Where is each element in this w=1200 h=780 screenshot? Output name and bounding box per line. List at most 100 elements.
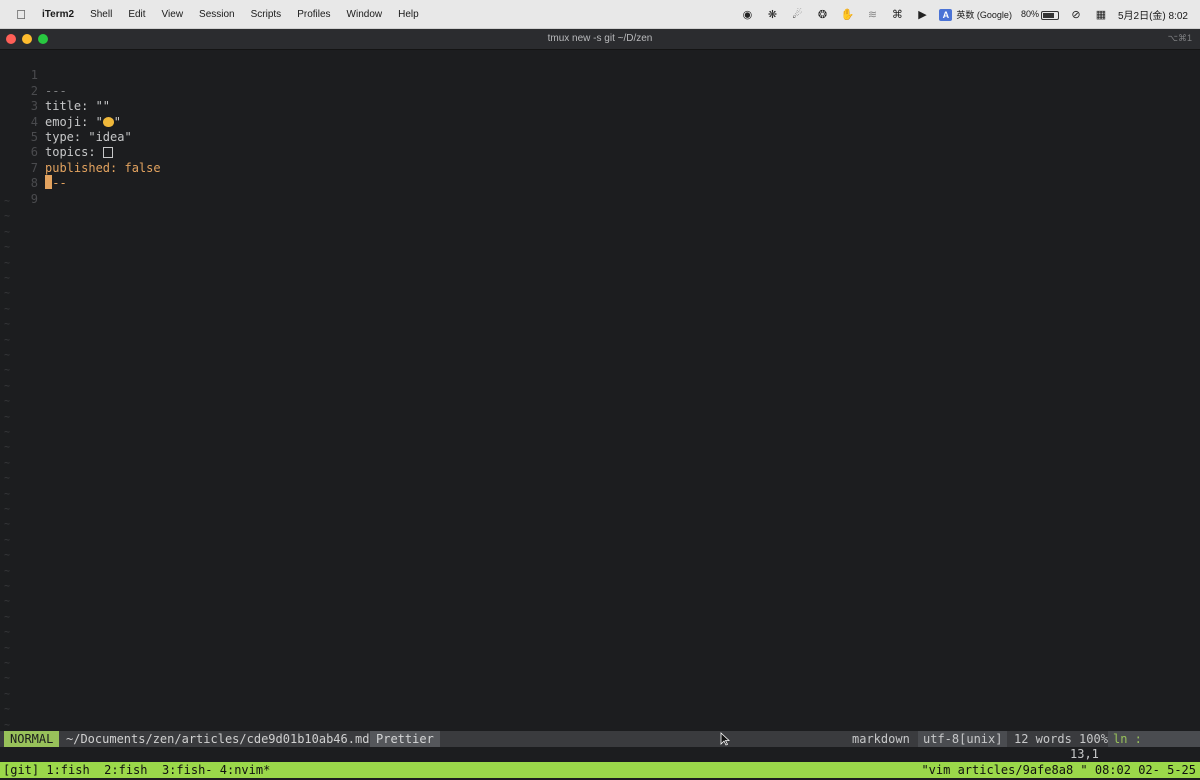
battery-status[interactable]: 80%: [1020, 9, 1059, 20]
line-text: topics:: [45, 145, 113, 160]
tilde-marker: ~: [4, 596, 11, 608]
text-cursor: [45, 175, 52, 189]
stripe-icon[interactable]: ≋: [864, 8, 880, 21]
window-shortcut: ⌥⌘1: [1167, 33, 1192, 43]
record-icon[interactable]: ◉: [739, 8, 755, 21]
tilde-marker: ~: [4, 273, 11, 284]
status-tray: ◉ ❋ ☄ ❂ ✋ ≋ ⌘ ▶ A 英数 (Google) 80% ⊘ ▦ 5月2…: [739, 0, 1188, 29]
ruler: 13,1: [1070, 747, 1099, 761]
line-text: emoji: " ": [45, 115, 121, 130]
tilde-marker: ~: [4, 704, 11, 716]
tmux-status-right: "vim articles/9afe8a8 " 08:02 02- 5-25: [921, 763, 1196, 777]
tilde-marker: ~: [4, 519, 11, 531]
tilde-marker: ~: [4, 473, 11, 485]
tilde-marker: ~: [4, 504, 11, 515]
line-text: ---: [45, 83, 67, 98]
tilde-marker: ~: [4, 226, 11, 238]
editor-buffer[interactable]: 1 --- 2 title: "" 3 emoji: " " 4 type: "i…: [0, 50, 1200, 731]
empty-array-box-icon: [102, 147, 113, 159]
tilde-marker: ~: [4, 565, 11, 577]
tilde-marker: ~: [4, 658, 11, 669]
tilde-marker: ~: [4, 196, 11, 207]
line-text: title: "": [45, 99, 111, 114]
cursor-position: ln : 9/9≡%:1: [1108, 731, 1200, 762]
menu-scripts[interactable]: Scripts: [243, 9, 290, 20]
vim-status-line: NORMAL ~/Documents/zen/articles/cde9d01b…: [0, 731, 1200, 762]
tilde-marker: ~: [4, 303, 11, 315]
mode-indicator: NORMAL: [4, 731, 60, 747]
line-text: type: "idea": [45, 130, 132, 144]
tilde-marker: ~: [4, 581, 11, 592]
line-number: 9: [30, 191, 38, 206]
tilde-marker: ~: [4, 396, 11, 408]
apple-icon[interactable]: : [14, 7, 28, 22]
tilde-marker: ~: [4, 350, 11, 361]
tilde-marker: ~: [4, 319, 11, 331]
window-title: tmux new -s git ~/D/zen: [547, 33, 653, 44]
input-source[interactable]: A 英数 (Google): [939, 8, 1012, 21]
menu-view[interactable]: View: [154, 9, 192, 20]
input-source-label: 英数 (Google): [956, 10, 1012, 20]
tilde-marker: ~: [4, 673, 11, 685]
tilde-marker: ~: [4, 488, 11, 500]
tilde-marker: ~: [4, 365, 11, 377]
openai-icon[interactable]: ❂: [814, 8, 830, 21]
menu-edit[interactable]: Edit: [120, 9, 153, 20]
tilde-marker: ~: [4, 288, 11, 300]
tilde-marker: ~: [4, 627, 11, 639]
tilde-marker: ~: [4, 242, 11, 254]
filetype: markdown: [852, 732, 910, 746]
cat-emoji-icon: [102, 116, 114, 127]
tilde-marker: ~: [4, 442, 11, 454]
menu-session[interactable]: Session: [191, 9, 243, 20]
bug-icon[interactable]: ☄: [789, 8, 805, 21]
mouse-pointer-icon: [720, 732, 730, 746]
menu-profiles[interactable]: Profiles: [289, 9, 338, 20]
tilde-marker: ~: [4, 334, 11, 346]
tilde-marker: ~: [4, 534, 11, 546]
hand-icon[interactable]: ✋: [839, 8, 855, 21]
menu-app-name[interactable]: iTerm2: [38, 9, 82, 20]
editor-line: 5 topics:: [0, 115, 113, 159]
tmux-window-list[interactable]: [git] 1:fish 2:fish 3:fish- 4:nvim*: [3, 762, 270, 778]
tilde-marker: ~: [4, 427, 11, 438]
editor-line: 7 ---: [0, 145, 67, 190]
line-text-content: topics:: [45, 145, 103, 160]
input-source-icon: A: [939, 9, 953, 21]
tilde-marker: ~: [4, 550, 11, 562]
word-count: 12 words 100%: [1014, 732, 1108, 746]
battery-fill: [1042, 12, 1055, 18]
menu-bar:  iTerm2 Shell Edit View Session Scripts…: [0, 0, 1200, 29]
battery-percent: 80%: [1020, 9, 1039, 20]
menu-window[interactable]: Window: [339, 9, 391, 20]
tilde-marker: ~: [4, 642, 11, 654]
editor-line: 8: [0, 161, 38, 190]
file-encoding: utf-8[unix]: [918, 731, 1008, 747]
wifi-off-icon[interactable]: ⊘: [1068, 8, 1084, 21]
tilde-marker: ~: [4, 688, 11, 700]
tilde-marker: ~: [4, 611, 11, 623]
battery-icon: [1040, 10, 1059, 20]
tmux-status-bar: [git] 1:fish 2:fish 3:fish- 4:nvim* "vim…: [0, 762, 1200, 778]
menu-shell[interactable]: Shell: [82, 9, 120, 20]
line-text-before: emoji: ": [45, 114, 103, 129]
tilde-marker: ~: [4, 719, 11, 731]
tilde-marker: ~: [4, 257, 11, 269]
asterisk-icon[interactable]: ❋: [764, 8, 780, 21]
menu-help[interactable]: Help: [390, 9, 427, 20]
editor-line: 3 emoji: " ": [0, 84, 121, 128]
tilde-marker: ~: [4, 457, 11, 469]
line-text-after: ": [113, 114, 122, 129]
line-text: published: false: [45, 160, 161, 175]
tilde-marker: ~: [4, 211, 11, 223]
command-icon[interactable]: ⌘: [889, 8, 905, 21]
editor-line: 4 type: "idea": [0, 99, 132, 144]
command-line[interactable]: 13,1: [0, 747, 1200, 762]
window-title-bar: tmux new -s git ~/D/zen ⌥⌘1: [0, 29, 1200, 50]
editor-line: 9: [0, 176, 38, 206]
formatter-badge: Prettier: [370, 731, 440, 747]
control-center-icon[interactable]: ▦: [1093, 8, 1109, 21]
tilde-marker: ~: [4, 411, 11, 423]
play-icon[interactable]: ▶: [914, 8, 930, 21]
clock[interactable]: 5月2日(金) 8:02: [1118, 7, 1188, 22]
